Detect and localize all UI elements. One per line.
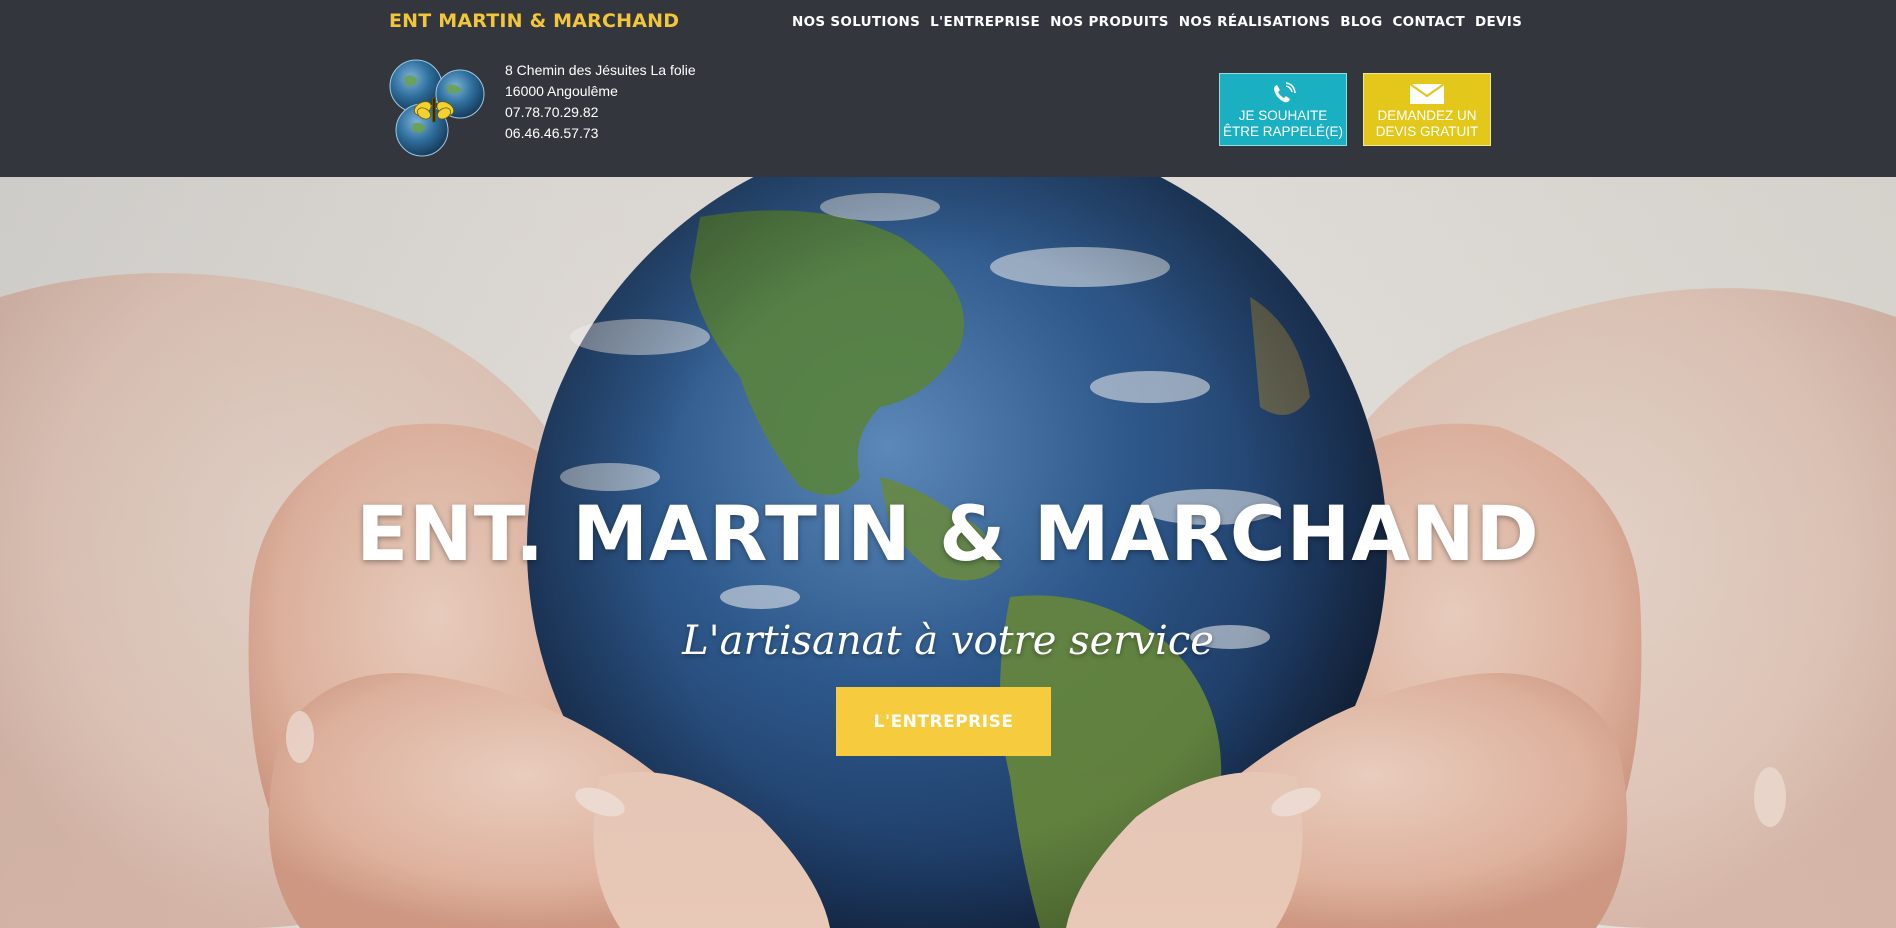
- callback-request-button[interactable]: JE SOUHAITE ÊTRE RAPPELÉ(E): [1219, 73, 1347, 146]
- hero-title: ENT. MARTIN & MARCHAND: [356, 489, 1540, 578]
- phone-number-1[interactable]: 07.78.70.29.82: [505, 102, 696, 123]
- nav-nos-realisations[interactable]: NOS RÉALISATIONS: [1179, 14, 1331, 30]
- callback-line-1: JE SOUHAITE: [1238, 108, 1328, 123]
- phone-number-2[interactable]: 06.46.46.57.73: [505, 123, 696, 144]
- globe-logo-icon[interactable]: [386, 56, 490, 164]
- hero-tagline: L'artisanat à votre service: [682, 618, 1214, 664]
- nav-blog[interactable]: BLOG: [1340, 14, 1382, 30]
- address-street: 8 Chemin des Jésuites La folie: [505, 62, 696, 78]
- nav-nos-solutions[interactable]: NOS SOLUTIONS: [792, 14, 920, 30]
- company-address: 8 Chemin des Jésuites La folie 16000 Ang…: [505, 60, 696, 144]
- free-quote-button[interactable]: DEMANDEZ UN DEVIS GRATUIT: [1363, 73, 1491, 146]
- nav-nos-produits[interactable]: NOS PRODUITS: [1050, 14, 1169, 30]
- site-header: ENT MARTIN & MARCHAND NOS SOLUTIONS L'EN…: [0, 0, 1896, 177]
- nav-devis[interactable]: DEVIS: [1475, 14, 1522, 30]
- callback-line-2: ÊTRE RAPPELÉ(E): [1222, 124, 1344, 139]
- nav-contact[interactable]: CONTACT: [1392, 14, 1465, 30]
- quote-line-2: DEVIS GRATUIT: [1375, 124, 1479, 139]
- brand-name[interactable]: ENT MARTIN & MARCHAND: [389, 10, 679, 32]
- hero-section: ENT. MARTIN & MARCHAND L'artisanat à vot…: [0, 177, 1896, 928]
- address-city: 16000 Angoulême: [505, 83, 618, 99]
- nav-entreprise[interactable]: L'ENTREPRISE: [930, 14, 1040, 30]
- envelope-icon: [1409, 83, 1445, 104]
- quote-line-1: DEMANDEZ UN: [1377, 108, 1477, 123]
- main-nav: NOS SOLUTIONS L'ENTREPRISE NOS PRODUITS …: [792, 14, 1522, 30]
- hero-entreprise-button[interactable]: L'ENTREPRISE: [836, 687, 1051, 756]
- phone-icon: [1274, 82, 1296, 103]
